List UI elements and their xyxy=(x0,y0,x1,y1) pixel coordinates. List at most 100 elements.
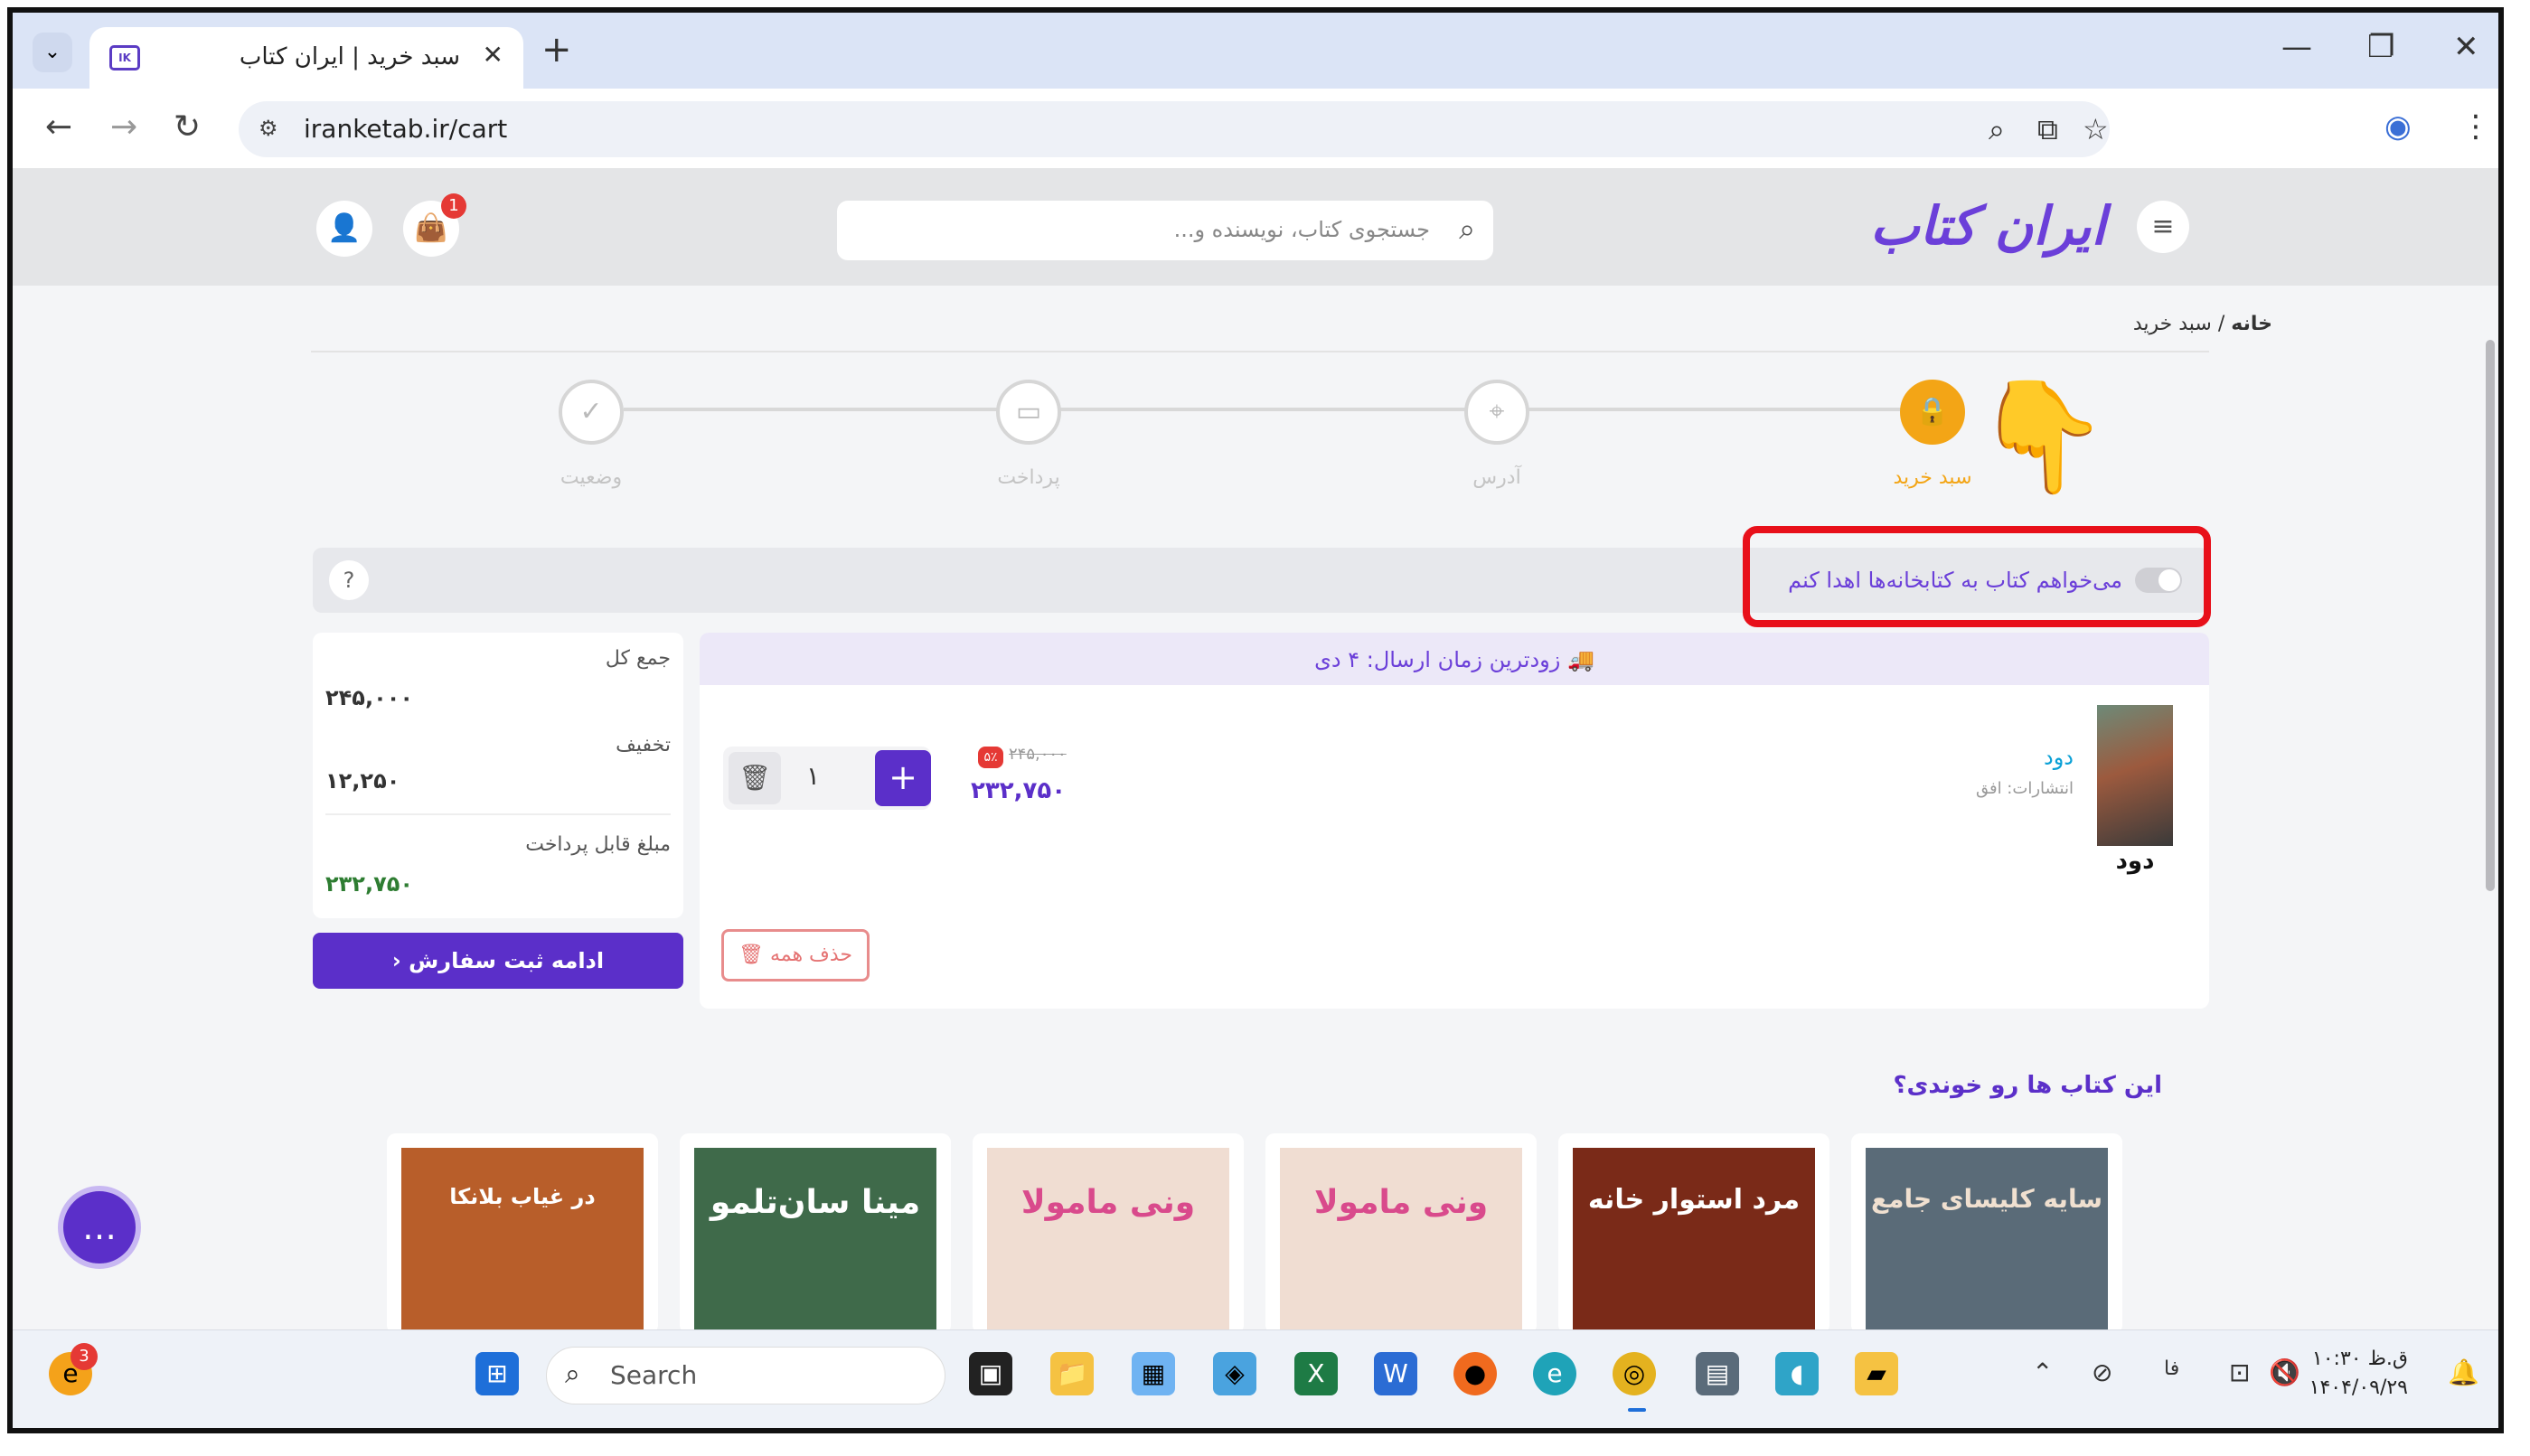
search-icon[interactable]: ⌕ xyxy=(1459,211,1475,247)
help-button[interactable]: ? xyxy=(329,560,369,600)
breadcrumb-home[interactable]: خانه xyxy=(2231,313,2272,335)
forward-icon[interactable]: → xyxy=(110,108,137,146)
order-summary: جمع کل ۲۴۵,۰۰۰ تخفیف ۱۲,۲۵۰ مبلغ قابل پر… xyxy=(313,633,683,918)
shopping-bag-icon: 👜 xyxy=(414,212,448,244)
tab-search-dropdown[interactable]: ⌄ xyxy=(33,33,72,72)
address-bar[interactable]: ⚙ iranketab.ir/cart ⌕ ⧉ ☆ xyxy=(239,101,2110,157)
book-cover-image: در غیاب بلانکا xyxy=(401,1148,644,1334)
recommended-book-card[interactable]: مرد استوار خانه xyxy=(1558,1133,1829,1334)
step-cart: 🔒 xyxy=(1900,380,1965,445)
continue-order-button[interactable]: ادامه ثبت سفارش ‹ xyxy=(313,933,683,989)
minimize-button[interactable]: — xyxy=(2281,29,2312,65)
shipping-text: زودترین زمان ارسال: ۴ دی xyxy=(1314,647,1561,672)
profile-icon[interactable]: ◉ xyxy=(2384,108,2412,145)
screen-frame: ⌄ IK سبد خرید | ایران کتاب ✕ + — ❐ ✕ ← →… xyxy=(7,7,2504,1433)
install-app-icon[interactable]: ⧉ xyxy=(2037,112,2058,147)
excel-icon[interactable]: X xyxy=(1294,1352,1338,1395)
firefox-icon[interactable]: ● xyxy=(1453,1352,1497,1395)
highlight-box xyxy=(1743,526,2211,627)
tray-chevron-icon[interactable]: ⌃ xyxy=(2032,1357,2053,1387)
step-status: ✓ xyxy=(559,380,624,445)
reload-icon[interactable]: ↻ xyxy=(174,108,201,146)
book-cover-image: ونی مامولا xyxy=(1280,1148,1522,1334)
recommended-book-card[interactable]: مینا سان‌تلمو xyxy=(680,1133,951,1334)
notifications-bell-icon[interactable]: 🔔 xyxy=(2448,1357,2479,1387)
recommended-book-card[interactable]: ونی مامولا xyxy=(1265,1133,1537,1334)
book-cover-image: سایه کلیسای جامع xyxy=(1866,1148,2108,1334)
input-language[interactable]: فا xyxy=(2164,1357,2179,1380)
restore-button[interactable]: ❐ xyxy=(2367,29,2394,65)
user-account-button[interactable]: 👤 xyxy=(316,201,372,257)
cart-count-badge: 1 xyxy=(441,193,466,219)
user-icon: 👤 xyxy=(327,212,362,244)
location-pin-icon: ⌖ xyxy=(1489,396,1505,427)
truck-icon: 🚚 xyxy=(1560,647,1594,672)
back-icon[interactable]: ← xyxy=(45,108,72,146)
search-input[interactable]: جستجوی کتاب، نویسنده و... ⌕ xyxy=(837,201,1493,260)
edge-icon[interactable]: e xyxy=(1533,1352,1576,1395)
site-header: ≡ ایران کتاب جستجوی کتاب، نویسنده و... ⌕… xyxy=(13,168,2498,286)
store-icon[interactable]: ▦ xyxy=(1132,1352,1175,1395)
file-explorer-icon[interactable]: 📁 xyxy=(1050,1352,1094,1395)
breadcrumb-current: سبد خرید xyxy=(2132,313,2212,335)
trash-icon: 🗑 xyxy=(738,944,764,966)
book-cover-image: مینا سان‌تلمو xyxy=(694,1148,936,1334)
volume-muted-icon[interactable]: 🔇 xyxy=(2269,1357,2300,1387)
taskbar-search[interactable]: ⌕ Search xyxy=(546,1347,945,1404)
monitor-icon[interactable]: ⊡ xyxy=(2229,1357,2250,1387)
browser-tab[interactable]: IK سبد خرید | ایران کتاب ✕ xyxy=(89,27,523,89)
shipping-bar: 🚚 زودترین زمان ارسال: ۴ دی xyxy=(700,633,2209,685)
discount-badge: ۵٪ xyxy=(978,747,1003,768)
site-info-icon[interactable]: ⚙ xyxy=(259,116,278,141)
check-circle-icon: ✓ xyxy=(579,396,603,427)
search-icon: ⌕ xyxy=(565,1358,580,1390)
breadcrumb: خانه / سبد خرید xyxy=(2133,313,2272,335)
discount-value: ۱۲,۲۵۰ xyxy=(325,768,400,794)
taskbar-search-label: Search xyxy=(610,1360,698,1390)
step-payment: ▭ xyxy=(996,380,1061,445)
task-view-icon[interactable]: ▣ xyxy=(969,1352,1012,1395)
network-tool-icon[interactable]: ◖ xyxy=(1775,1352,1819,1395)
new-tab-button[interactable]: + xyxy=(541,29,572,70)
stepper-line xyxy=(624,408,1940,411)
hamburger-menu-icon[interactable]: ≡ xyxy=(2137,201,2189,253)
network-app-icon[interactable]: ◈ xyxy=(1213,1352,1256,1395)
site-logo[interactable]: ایران کتاب xyxy=(1870,195,2108,257)
step-status-label: وضعیت xyxy=(560,466,623,489)
sticky-notes-icon[interactable]: ▰ xyxy=(1855,1352,1898,1395)
zoom-icon[interactable]: ⌕ xyxy=(1989,112,2005,147)
word-icon[interactable]: W xyxy=(1374,1352,1417,1395)
calculator-icon[interactable]: ▤ xyxy=(1696,1352,1739,1395)
close-window-button[interactable]: ✕ xyxy=(2453,29,2479,65)
step-payment-label: پرداخت xyxy=(997,466,1060,489)
book-cover[interactable]: دود xyxy=(2097,705,2173,875)
recommended-book-card[interactable]: در غیاب بلانکا xyxy=(387,1133,658,1334)
recommended-book-card[interactable]: ونی مامولا xyxy=(973,1133,1244,1334)
recommended-book-card[interactable]: سایه کلیسای جامع xyxy=(1851,1133,2122,1334)
summary-divider xyxy=(325,813,671,815)
site-favicon-icon: IK xyxy=(109,45,140,70)
trash-icon: 🗑 xyxy=(738,763,771,793)
delete-all-label: حذف همه xyxy=(769,944,852,966)
tab-close-button[interactable]: ✕ xyxy=(483,40,503,70)
book-title[interactable]: دود xyxy=(2044,745,2074,770)
total-label: جمع کل xyxy=(605,647,671,670)
network-off-icon[interactable]: ⊘ xyxy=(2092,1357,2112,1387)
chat-support-button[interactable]: … xyxy=(58,1186,141,1269)
remove-item-button[interactable]: 🗑 xyxy=(729,752,781,804)
windows-start-icon[interactable]: ⊞ xyxy=(475,1352,519,1395)
system-clock[interactable]: ۱۰:۳۰ ق.ظ ۱۴۰۴/۰۹/۲۹ xyxy=(2309,1345,2408,1403)
book-cover-title: دود xyxy=(2115,848,2155,875)
increase-quantity-button[interactable]: + xyxy=(875,750,931,806)
delete-all-button[interactable]: حذف همه 🗑 xyxy=(721,929,870,982)
step-address-label: آدرس xyxy=(1472,466,1521,489)
page-scrollbar[interactable] xyxy=(2486,340,2495,891)
bookmark-star-icon[interactable]: ☆ xyxy=(2083,112,2109,146)
url-text[interactable]: iranketab.ir/cart xyxy=(304,114,507,144)
shipping-note: 🚚 زودترین زمان ارسال: ۴ دی xyxy=(700,647,2209,672)
book-publisher: انتشارات: افق xyxy=(1975,779,2074,798)
chrome-menu-icon[interactable]: ⋮ xyxy=(2460,108,2491,145)
step-address: ⌖ xyxy=(1464,380,1529,445)
page-viewport: ≡ ایران کتاب جستجوی کتاب، نویسنده و... ⌕… xyxy=(13,168,2498,1334)
chrome-icon[interactable]: ◎ xyxy=(1613,1352,1656,1395)
